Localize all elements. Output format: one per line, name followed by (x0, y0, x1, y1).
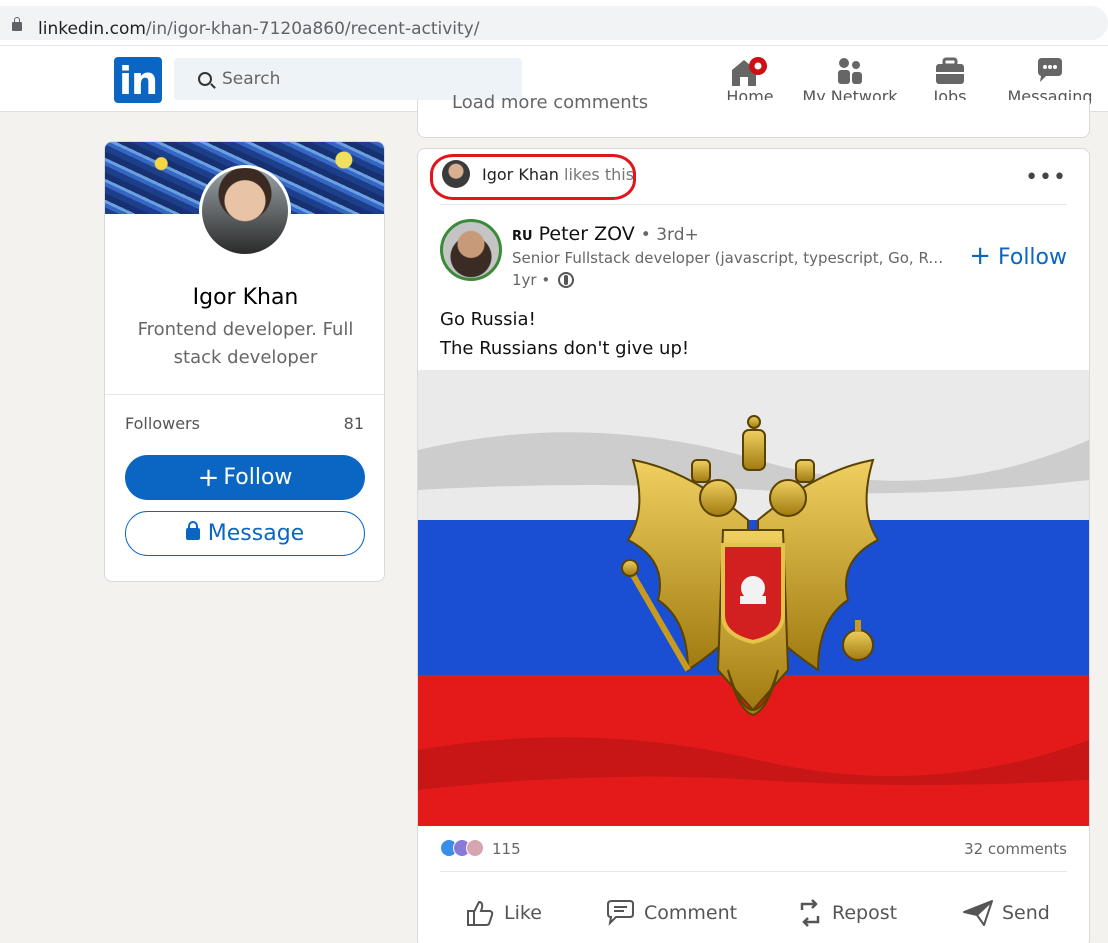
search-icon (198, 72, 212, 86)
plus-icon: + (197, 462, 220, 493)
coat-of-arms-image (418, 415, 1089, 790)
actor-avatar[interactable] (442, 160, 470, 188)
activity-line: Igor Khan likes this (482, 165, 634, 184)
post-text-line: The Russians don't give up! (440, 338, 690, 359)
profile-message-button[interactable]: Message (125, 511, 365, 556)
lock-icon (12, 17, 22, 31)
country-flag-label: RU (512, 229, 533, 244)
linkedin-logo[interactable]: in (114, 57, 162, 103)
load-more-comments-link[interactable]: Load more comments (452, 92, 648, 113)
connection-degree: • 3rd+ (640, 225, 699, 245)
post-image[interactable] (418, 370, 1089, 826)
followers-label: Followers (125, 414, 200, 433)
insightful-reaction-icon (466, 839, 484, 857)
followers-count: 81 (343, 414, 364, 433)
browser-address-bar: linkedin.com/in/igor-khan-7120a860/recen… (0, 0, 1108, 46)
repost-label: Repost (832, 902, 898, 924)
author-follow-label: Follow (997, 245, 1067, 270)
post-actions: Like Comment Repost Send (418, 887, 1089, 937)
like-button[interactable]: Like (464, 893, 542, 933)
url-text[interactable]: linkedin.com/in/igor-khan-7120a860/recen… (38, 19, 479, 39)
divider (440, 204, 1067, 205)
author-line: RU Peter ZOV • 3rd+ (512, 223, 699, 245)
profile-avatar[interactable] (199, 165, 291, 257)
reaction-icons[interactable] (440, 839, 486, 859)
url-field[interactable]: linkedin.com/in/igor-khan-7120a860/recen… (0, 6, 1108, 40)
author-avatar[interactable] (440, 219, 502, 281)
plus-icon: + (969, 241, 991, 271)
briefcase-icon (936, 57, 964, 84)
profile-card: Igor Khan Frontend developer. Full stack… (104, 141, 385, 582)
profile-name[interactable]: Igor Khan (105, 285, 384, 310)
comment-label: Comment (644, 902, 738, 924)
profile-follow-label: Follow (223, 464, 293, 490)
home-icon (732, 57, 767, 86)
post-time: 1yr • (512, 271, 574, 289)
message-bubble-icon (1038, 58, 1062, 82)
lock-icon (185, 521, 200, 540)
previous-post-card: Load more comments (417, 92, 1090, 138)
post-text-line: Go Russia! (440, 309, 536, 330)
thumbs-up-icon (467, 900, 494, 926)
reactions-count[interactable]: 115 (492, 840, 521, 858)
send-label: Send (1002, 902, 1050, 924)
profile-headline: Frontend developer. Full stack developer (137, 319, 354, 368)
send-icon (963, 900, 993, 926)
comment-icon (607, 900, 634, 926)
search-input[interactable] (222, 66, 502, 92)
divider (105, 394, 384, 395)
post-stats: 115 32 comments (440, 837, 1067, 863)
like-label: Like (504, 902, 542, 924)
repost-button[interactable]: Repost (796, 893, 897, 933)
activity-header: Igor Khan likes this ••• (418, 149, 1089, 204)
repost-icon (800, 899, 820, 927)
actor-name[interactable]: Igor Khan (482, 165, 559, 184)
comment-button[interactable]: Comment (604, 893, 737, 933)
author-follow-button[interactable]: + Follow (969, 241, 1067, 271)
divider (440, 871, 1067, 872)
profile-follow-button[interactable]: + Follow (125, 455, 365, 500)
activity-post-card: Igor Khan likes this ••• RU Peter ZOV • … (417, 148, 1090, 943)
post-text: Go Russia! The Russians don't give up! (440, 305, 689, 363)
author-name[interactable]: Peter ZOV (539, 223, 635, 245)
send-button[interactable]: Send (962, 893, 1050, 933)
more-options-icon[interactable]: ••• (1025, 165, 1067, 190)
post-time-text: 1yr • (512, 271, 551, 289)
globe-icon (557, 272, 574, 288)
activity-action: likes this (564, 165, 635, 184)
profile-message-label: Message (207, 521, 305, 546)
author-headline: Senior Fullstack developer (javascript, … (512, 249, 952, 267)
people-icon (838, 58, 862, 84)
comments-count[interactable]: 32 comments (964, 840, 1067, 858)
